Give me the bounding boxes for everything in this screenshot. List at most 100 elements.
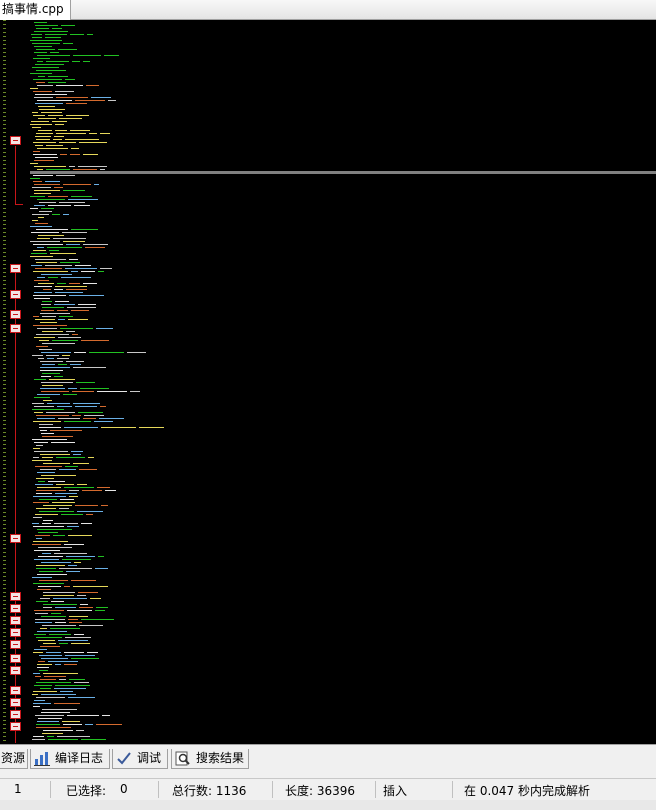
code-fragment	[55, 124, 64, 125]
code-fold-toggle[interactable]	[10, 604, 21, 613]
code-text-area[interactable]	[0, 20, 656, 744]
code-fragment	[83, 61, 90, 62]
code-fragment	[57, 358, 69, 359]
code-fragment	[94, 184, 99, 185]
code-fold-toggle[interactable]	[10, 698, 21, 707]
code-fragment	[38, 481, 45, 482]
code-fragment	[84, 415, 104, 416]
code-fragment	[36, 445, 43, 446]
code-fragment	[54, 688, 86, 689]
code-fold-toggle[interactable]	[10, 640, 21, 649]
code-fold-toggle[interactable]	[10, 136, 21, 145]
code-fragment	[40, 367, 70, 368]
code-fragment	[54, 187, 63, 188]
code-fragment	[55, 301, 69, 302]
code-fragment	[32, 409, 64, 410]
code-fragment	[32, 220, 38, 221]
code-fragment	[37, 169, 43, 170]
code-fragment	[59, 202, 85, 203]
code-fragment	[35, 136, 51, 137]
tab-compile-log[interactable]: 编译日志	[30, 749, 110, 769]
tab-search-results[interactable]: 搜索结果	[171, 749, 249, 769]
code-fold-toggle[interactable]	[10, 666, 21, 675]
tab-debug[interactable]: 调试	[112, 749, 168, 769]
code-fragment	[55, 622, 66, 623]
code-fragment	[67, 715, 99, 716]
code-fold-toggle[interactable]	[10, 710, 21, 719]
code-fold-toggle[interactable]	[10, 628, 21, 637]
code-fragment	[32, 439, 67, 440]
code-fold-toggle[interactable]	[10, 290, 21, 299]
status-separator	[50, 781, 51, 798]
code-fragment	[53, 238, 86, 239]
code-fragment	[33, 736, 44, 737]
code-fragment	[54, 136, 64, 137]
code-fold-toggle[interactable]	[10, 264, 21, 273]
code-fragment	[33, 244, 63, 245]
code-fragment	[31, 232, 59, 233]
code-fragment	[43, 592, 75, 593]
code-fold-toggle[interactable]	[10, 592, 21, 601]
code-fragment	[59, 643, 68, 644]
code-fold-toggle[interactable]	[10, 686, 21, 695]
code-fragment	[39, 670, 48, 671]
code-fragment	[71, 229, 98, 230]
code-fragment	[43, 595, 74, 596]
code-fragment	[89, 352, 124, 353]
code-fragment	[81, 619, 114, 620]
code-fragment	[72, 391, 94, 392]
tab-resources[interactable]: 资源	[0, 749, 28, 769]
code-fragment	[41, 382, 73, 383]
code-fragment	[71, 658, 99, 659]
code-fragment	[36, 568, 56, 569]
code-fragment	[71, 196, 92, 197]
code-fold-toggle[interactable]	[10, 722, 21, 731]
code-fold-toggle[interactable]	[10, 654, 21, 663]
code-fragment	[79, 469, 97, 470]
code-fold-toggle[interactable]	[10, 616, 21, 625]
code-fragment	[35, 25, 58, 26]
code-fold-toggle[interactable]	[10, 534, 21, 543]
code-fragment	[52, 28, 62, 29]
code-fragment	[32, 577, 52, 578]
code-fragment	[68, 199, 98, 200]
file-tab[interactable]: 搞事情.cpp	[0, 0, 71, 20]
code-fragment	[34, 184, 60, 185]
code-fragment	[39, 202, 56, 203]
code-fragment	[100, 268, 112, 269]
code-fragment	[49, 634, 71, 635]
code-fragment	[52, 121, 67, 122]
code-fragment	[38, 718, 62, 719]
code-fragment	[69, 295, 104, 296]
code-fragment	[34, 649, 47, 650]
code-fragment	[42, 436, 73, 437]
code-fold-toggle[interactable]	[10, 310, 21, 319]
code-fragment	[33, 502, 49, 503]
code-fragment	[35, 715, 64, 716]
code-fragment	[64, 544, 84, 545]
code-fragment	[73, 55, 101, 56]
code-fragment	[53, 139, 62, 140]
code-fragment	[34, 97, 53, 98]
code-fragment	[36, 334, 69, 335]
code-fragment	[48, 115, 63, 116]
code-fragment	[75, 406, 97, 407]
code-fragment	[79, 142, 107, 143]
code-fold-toggle[interactable]	[10, 324, 21, 333]
code-fragment	[34, 550, 60, 551]
code-fragment	[48, 205, 71, 206]
code-editor[interactable]	[0, 20, 656, 744]
code-fragment	[59, 469, 76, 470]
code-fragment	[74, 562, 81, 563]
code-fragment	[30, 88, 38, 89]
code-fragment	[78, 412, 103, 413]
status-separator	[158, 781, 159, 798]
code-fragment	[37, 667, 49, 668]
code-fragment	[35, 103, 63, 104]
code-fragment	[55, 664, 61, 665]
code-fragment	[43, 673, 78, 674]
code-fragment	[108, 100, 116, 101]
code-fragment	[36, 637, 62, 638]
code-fragment	[38, 532, 58, 533]
code-fragment	[70, 154, 80, 155]
